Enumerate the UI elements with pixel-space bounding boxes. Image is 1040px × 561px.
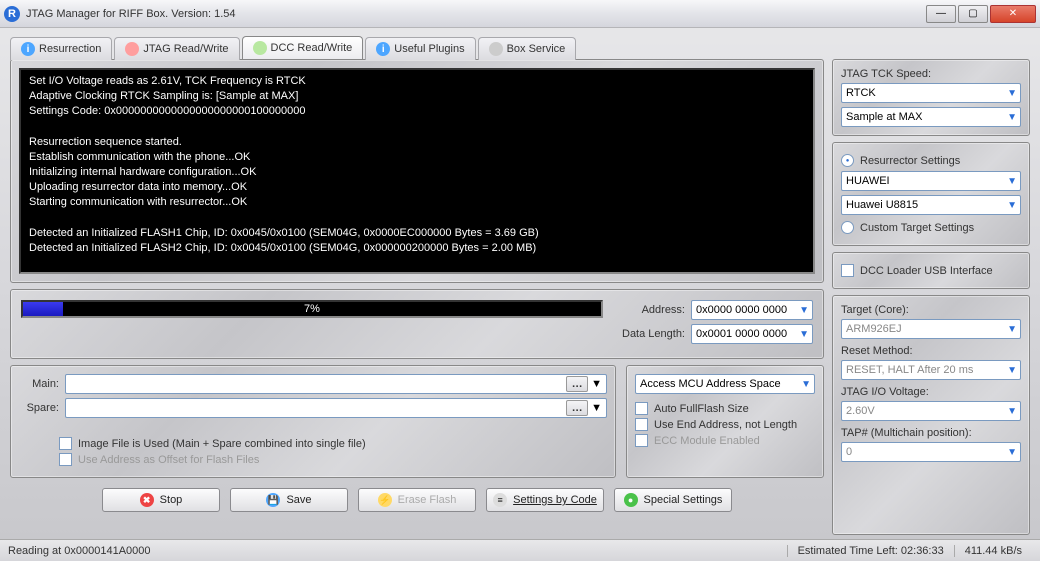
browse-button[interactable]: … [566,400,588,416]
resurrector-settings-radio[interactable]: Resurrector Settings [841,154,1021,167]
checkbox-icon [635,402,648,415]
close-button[interactable]: ✕ [990,5,1036,23]
main-file-input[interactable]: … ▼ [65,374,607,394]
image-file-used-checkbox[interactable]: Image File is Used (Main + Spare combine… [59,437,607,450]
io-voltage-label: JTAG I/O Voltage: [841,386,1021,398]
save-icon: 💾 [266,493,280,507]
chevron-down-icon: ▼ [801,379,811,390]
chevron-down-icon: ▼ [1007,88,1017,99]
tab-label: JTAG Read/Write [143,43,228,55]
tab-dcc-rw[interactable]: DCC Read/Write [242,36,364,59]
chip-icon [253,41,267,55]
use-end-addr-checkbox[interactable]: Use End Address, not Length [635,418,815,431]
tck-sample-dropdown[interactable]: Sample at MAX ▼ [841,107,1021,127]
tab-label: DCC Read/Write [271,42,353,54]
checkbox-icon [635,434,648,447]
data-length-field[interactable]: 0x0001 0000 0000 ▼ [691,324,813,344]
chip-icon [125,42,139,56]
stop-icon: ✖ [140,493,154,507]
checkbox-icon [841,264,854,277]
tab-label: Box Service [507,43,566,55]
chevron-down-icon: ▼ [591,378,602,390]
ecc-enabled-checkbox: ECC Module Enabled [635,434,815,447]
checkbox-icon [635,418,648,431]
chevron-down-icon: ▼ [1007,406,1017,417]
reset-method-dropdown: RESET, HALT After 20 ms ▼ [841,360,1021,380]
save-button[interactable]: 💾 Save [230,488,348,512]
stop-button[interactable]: ✖ Stop [102,488,220,512]
tab-plugins[interactable]: i Useful Plugins [365,37,475,60]
model-dropdown[interactable]: Huawei U8815 ▼ [841,195,1021,215]
chevron-down-icon: ▼ [1007,365,1017,376]
info-icon: i [376,42,390,56]
io-voltage-dropdown: 2.60V ▼ [841,401,1021,421]
chevron-down-icon: ▼ [799,305,809,316]
chevron-down-icon: ▼ [1007,176,1017,187]
data-length-label: Data Length: [615,328,685,340]
minimize-button[interactable]: — [926,5,956,23]
app-icon: R [4,6,20,22]
status-eta: Estimated Time Left: 02:36:33 [787,545,954,557]
list-icon: ≡ [493,493,507,507]
target-core-dropdown: ARM926EJ ▼ [841,319,1021,339]
chevron-down-icon: ▼ [799,329,809,340]
custom-target-radio[interactable]: Custom Target Settings [841,221,1021,234]
browse-button[interactable]: … [566,376,588,392]
tab-label: Useful Plugins [394,43,464,55]
gear-icon [489,42,503,56]
spare-file-label: Spare: [19,402,59,414]
console-log[interactable]: Set I/O Voltage reads as 2.61V, TCK Freq… [19,68,815,274]
address-label: Address: [615,304,685,316]
spare-file-input[interactable]: … ▼ [65,398,607,418]
settings-by-code-button[interactable]: ≡ Settings by Code [486,488,604,512]
tap-dropdown: 0 ▼ [841,442,1021,462]
status-reading: Reading at 0x0000141A0000 [8,545,151,557]
gear-icon: ● [624,493,638,507]
progress-bar: 7% [21,300,603,318]
tab-box-service[interactable]: Box Service [478,37,577,60]
status-speed: 411.44 kB/s [954,545,1032,557]
maximize-button[interactable]: ▢ [958,5,988,23]
tab-bar: i Resurrection JTAG Read/Write DCC Read/… [0,28,1040,59]
address-field[interactable]: 0x0000 0000 0000 ▼ [691,300,813,320]
chevron-down-icon: ▼ [1007,324,1017,335]
checkbox-icon [59,437,72,450]
tab-resurrection[interactable]: i Resurrection [10,37,112,60]
progress-text: 7% [23,302,601,316]
radio-icon [841,154,854,167]
tab-label: Resurrection [39,43,101,55]
chevron-down-icon: ▼ [1007,200,1017,211]
status-bar: Reading at 0x0000141A0000 Estimated Time… [0,539,1040,561]
access-mode-dropdown[interactable]: Access MCU Address Space ▼ [635,374,815,394]
special-settings-button[interactable]: ● Special Settings [614,488,732,512]
brand-dropdown[interactable]: HUAWEI ▼ [841,171,1021,191]
tck-speed-dropdown[interactable]: RTCK ▼ [841,83,1021,103]
reset-method-label: Reset Method: [841,345,1021,357]
window-title: JTAG Manager for RIFF Box. Version: 1.54 [26,8,926,20]
main-file-label: Main: [19,378,59,390]
dcc-loader-checkbox[interactable]: DCC Loader USB Interface [841,264,1021,277]
tck-speed-label: JTAG TCK Speed: [841,68,1021,80]
checkbox-icon [59,453,72,466]
radio-icon [841,221,854,234]
titlebar: R JTAG Manager for RIFF Box. Version: 1.… [0,0,1040,28]
target-core-label: Target (Core): [841,304,1021,316]
chevron-down-icon: ▼ [1007,112,1017,123]
auto-fullflash-checkbox[interactable]: Auto FullFlash Size [635,402,815,415]
erase-icon: ⚡ [378,493,392,507]
erase-flash-button: ⚡ Erase Flash [358,488,476,512]
use-addr-offset-checkbox: Use Address as Offset for Flash Files [59,453,607,466]
tab-jtag-rw[interactable]: JTAG Read/Write [114,37,239,60]
chevron-down-icon: ▼ [1007,447,1017,458]
info-icon: i [21,42,35,56]
tap-label: TAP# (Multichain position): [841,427,1021,439]
chevron-down-icon: ▼ [591,402,602,414]
